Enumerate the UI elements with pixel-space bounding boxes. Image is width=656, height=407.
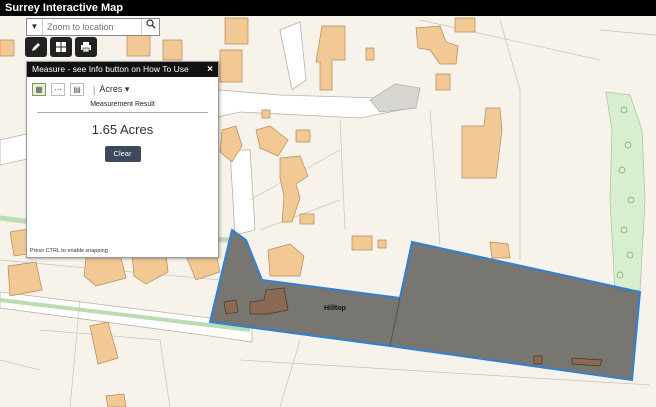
- grid-icon: [56, 42, 66, 52]
- parcel-label: Hilltop: [324, 305, 346, 312]
- result-value: 1.65 Acres: [91, 122, 154, 137]
- unit-label: Acres: [99, 84, 123, 94]
- search-input[interactable]: [43, 19, 141, 35]
- result-title: Measurement Result: [37, 101, 208, 113]
- location-tool-button[interactable]: ▤: [70, 83, 84, 96]
- distance-icon: ⋯: [54, 85, 62, 94]
- search-button[interactable]: [141, 19, 159, 35]
- measure-panel-title: Measure - see Info button on How To Use: [32, 64, 189, 74]
- measure-panel: Measure - see Info button on How To Use …: [26, 61, 219, 258]
- search-source-dropdown[interactable]: ▼: [27, 19, 43, 35]
- snap-hint: Press CTRL to enable snapping: [30, 248, 108, 254]
- measure-tool-button[interactable]: [25, 37, 47, 57]
- app-title: Surrey Interactive Map: [0, 0, 656, 16]
- caret-down-icon: ▼: [30, 22, 39, 31]
- area-tool-button[interactable]: ▦: [32, 83, 46, 96]
- area-icon: ▦: [35, 85, 43, 94]
- close-icon[interactable]: ×: [207, 62, 213, 77]
- clear-button[interactable]: Clear: [104, 146, 141, 162]
- distance-tool-button[interactable]: ⋯: [51, 83, 65, 96]
- pencil-icon: [32, 43, 40, 51]
- unit-separator: |: [93, 84, 96, 95]
- unit-dropdown[interactable]: Acres ▾: [99, 84, 129, 95]
- measure-panel-header: Measure - see Info button on How To Use …: [27, 62, 218, 77]
- caret-down-icon: ▾: [124, 84, 130, 94]
- search-bar: ▼: [26, 18, 160, 36]
- search-icon: [145, 19, 156, 29]
- measure-tool-row: ▦ ⋯ ▤ | Acres ▾: [27, 77, 218, 97]
- layers-button[interactable]: [50, 37, 72, 57]
- printer-icon: [81, 42, 91, 53]
- location-icon: ▤: [73, 85, 81, 94]
- print-button[interactable]: [75, 37, 97, 57]
